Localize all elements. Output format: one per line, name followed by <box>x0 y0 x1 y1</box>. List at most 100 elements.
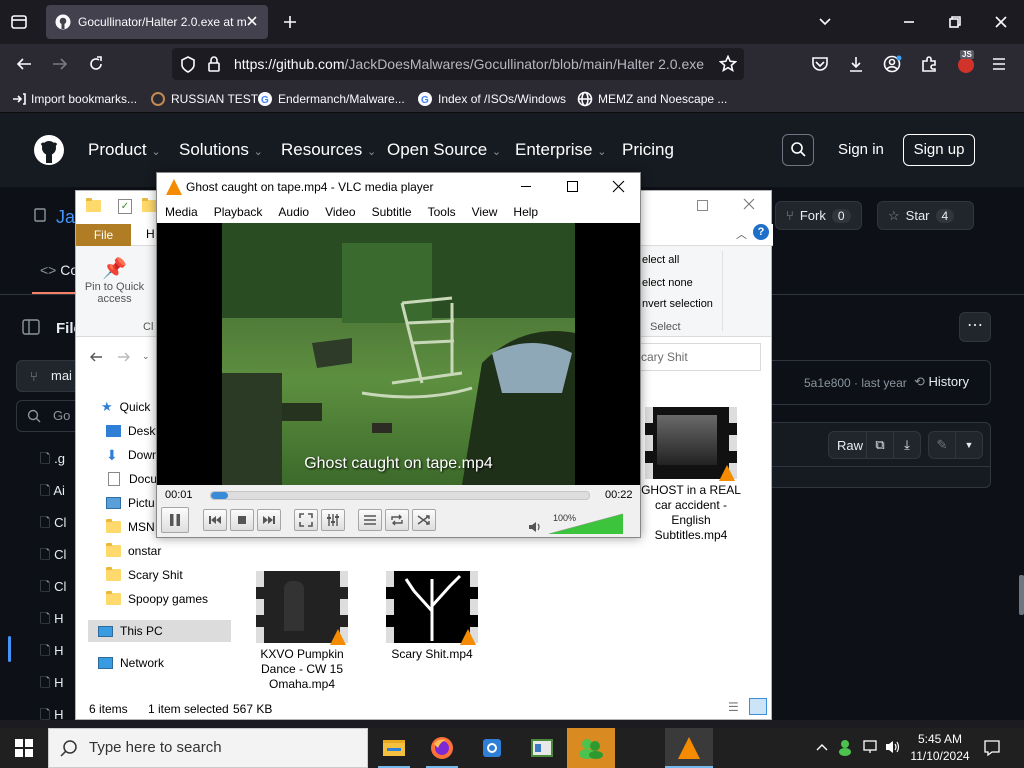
large-icons-view-icon[interactable] <box>749 698 767 715</box>
js-extension-icon[interactable]: JS <box>955 50 977 74</box>
file-kxvo-pumpkin[interactable]: KXVO Pumpkin Dance - CW 15 Omaha.mp4 <box>250 571 354 692</box>
select-none-button[interactable]: elect none <box>642 277 693 289</box>
file-tree-item[interactable]: 🗋 H <box>40 642 63 664</box>
new-folder-icon[interactable] <box>142 198 157 212</box>
vlc-menu-playback[interactable]: Playback <box>206 201 271 223</box>
tab-list-icon[interactable] <box>10 13 28 31</box>
network-status-icon[interactable] <box>862 739 880 755</box>
vlc-minimize-icon[interactable] <box>521 186 531 187</box>
minimize-icon[interactable] <box>902 15 916 29</box>
file-tree-item[interactable]: 🗋 .g <box>40 450 65 472</box>
clock[interactable]: 5:45 AM 11/10/2024 <box>905 731 975 765</box>
ribbon-file-tab[interactable]: File <box>76 224 131 246</box>
taskbar-firefox[interactable] <box>418 728 466 768</box>
volume-slider[interactable] <box>549 513 623 534</box>
tree-msn[interactable]: MSN <box>106 516 155 538</box>
stop-button[interactable] <box>230 509 254 531</box>
restore-icon[interactable] <box>948 15 962 29</box>
file-tree-item[interactable]: 🗋 Cl <box>40 514 66 536</box>
bookmark-import[interactable]: Import bookmarks... <box>12 85 137 113</box>
pause-button[interactable] <box>161 507 189 533</box>
page-scrollbar[interactable] <box>1019 575 1024 615</box>
taskbar-vlc[interactable] <box>665 728 713 768</box>
notifications-icon[interactable] <box>983 739 1001 757</box>
vlc-menu-subtitle[interactable]: Subtitle <box>364 201 420 223</box>
tray-msn-icon[interactable] <box>838 738 856 756</box>
vlc-menu-view[interactable]: View <box>464 201 506 223</box>
file-scary-shit[interactable]: Scary Shit.mp4 <box>380 571 484 662</box>
commit-info[interactable]: 5a1e800 · last year <box>804 376 907 390</box>
edit-button[interactable]: ✎ <box>928 431 956 459</box>
start-button[interactable] <box>0 728 48 768</box>
invert-selection-button[interactable]: nvert selection <box>642 298 713 310</box>
file-tree-item[interactable]: 🗋 Cl <box>40 578 66 600</box>
gh-nav-resources[interactable]: Resources ⌄ <box>281 140 376 160</box>
tree-desktop[interactable]: Deskt <box>106 420 159 442</box>
next-button[interactable] <box>257 509 281 531</box>
bookmark-index-isos[interactable]: G Index of /ISOs/Windows <box>417 85 566 113</box>
file-tree-item[interactable]: 🗋 Ai <box>40 482 65 504</box>
vlc-close-icon[interactable] <box>612 180 625 193</box>
explorer-forward-icon[interactable] <box>116 350 132 364</box>
playlist-button[interactable] <box>358 509 382 531</box>
pin-quick-access-button[interactable]: 📌 Pin to Quick access <box>82 257 147 305</box>
taskbar-file-explorer[interactable] <box>370 728 418 768</box>
repo-name[interactable]: Ja <box>56 207 75 228</box>
taskbar-app-window[interactable] <box>518 728 566 768</box>
tree-scary-shit[interactable]: Scary Shit <box>106 564 183 586</box>
url-bar[interactable]: https://github.com/JackDoesMalwares/Gocu… <box>172 48 744 80</box>
previous-button[interactable] <box>203 509 227 531</box>
fullscreen-button[interactable] <box>294 509 318 531</box>
vlc-menu-help[interactable]: Help <box>505 201 546 223</box>
bookmark-memz[interactable]: MEMZ and Noescape ... <box>577 85 727 113</box>
recent-locations-icon[interactable]: ⌄ <box>142 351 150 362</box>
tree-this-pc[interactable]: This PC <box>88 620 231 642</box>
history-link[interactable]: ⟲ History <box>914 374 969 390</box>
gh-nav-open-source[interactable]: Open Source ⌄ <box>387 140 501 160</box>
extended-settings-button[interactable] <box>321 509 345 531</box>
extensions-icon[interactable] <box>920 55 938 73</box>
bookmark-endermanch[interactable]: G Endermanch/Malware... <box>257 85 405 113</box>
tray-overflow-icon[interactable] <box>815 740 829 754</box>
tree-pictures[interactable]: Pictu <box>106 492 155 514</box>
gh-nav-enterprise[interactable]: Enterprise ⌄ <box>515 140 606 160</box>
properties-icon[interactable]: ✓ <box>118 199 132 214</box>
explorer-back-icon[interactable] <box>88 350 104 364</box>
vlc-menu-audio[interactable]: Audio <box>270 201 317 223</box>
forward-icon[interactable] <box>51 56 69 72</box>
ribbon-collapse-icon[interactable]: ︿ <box>736 226 747 242</box>
bookmark-russian-test[interactable]: RUSSIAN TEST <box>150 85 258 113</box>
star-button[interactable]: ☆ Star 4 <box>877 201 974 230</box>
edit-dropdown-button[interactable]: ▼ <box>955 431 983 459</box>
tree-onstar[interactable]: onstar <box>106 540 161 562</box>
seek-bar[interactable] <box>210 491 590 500</box>
gh-search-button[interactable] <box>782 134 814 166</box>
vlc-menu-media[interactable]: Media <box>157 201 206 223</box>
taskbar-search-box[interactable]: Type here to search <box>48 728 368 768</box>
taskbar-app-msn[interactable] <box>567 728 615 768</box>
vlc-menu-video[interactable]: Video <box>317 201 363 223</box>
explorer-maximize-icon[interactable] <box>697 200 708 211</box>
app-menu-icon[interactable] <box>991 56 1007 72</box>
file-tree-item[interactable]: 🗋 H <box>40 674 63 696</box>
tree-network[interactable]: Network <box>98 652 164 674</box>
back-icon[interactable] <box>15 56 33 72</box>
sidebar-toggle-icon[interactable] <box>22 318 40 336</box>
tracking-shield-icon[interactable] <box>180 56 196 74</box>
file-ghost-car[interactable]: GHOST in a REAL car accident - English S… <box>639 407 743 543</box>
shuffle-button[interactable] <box>412 509 436 531</box>
details-view-icon[interactable]: ☰ <box>728 700 744 714</box>
tab-overflow-chevron-icon[interactable] <box>818 15 832 29</box>
tree-documents[interactable]: Docu <box>106 468 157 490</box>
volume-tray-icon[interactable] <box>885 740 903 754</box>
gh-nav-pricing[interactable]: Pricing <box>622 140 674 160</box>
vlc-menu-tools[interactable]: Tools <box>420 201 464 223</box>
pocket-icon[interactable] <box>811 56 829 72</box>
lock-icon[interactable] <box>207 55 221 73</box>
mute-button[interactable] <box>528 521 542 533</box>
gh-nav-solutions[interactable]: Solutions ⌄ <box>179 140 263 160</box>
bookmark-star-icon[interactable] <box>719 55 737 73</box>
select-all-button[interactable]: elect all <box>642 254 679 266</box>
tree-quick-access[interactable]: ★ Quick <box>101 396 150 418</box>
reload-icon[interactable] <box>87 55 105 73</box>
